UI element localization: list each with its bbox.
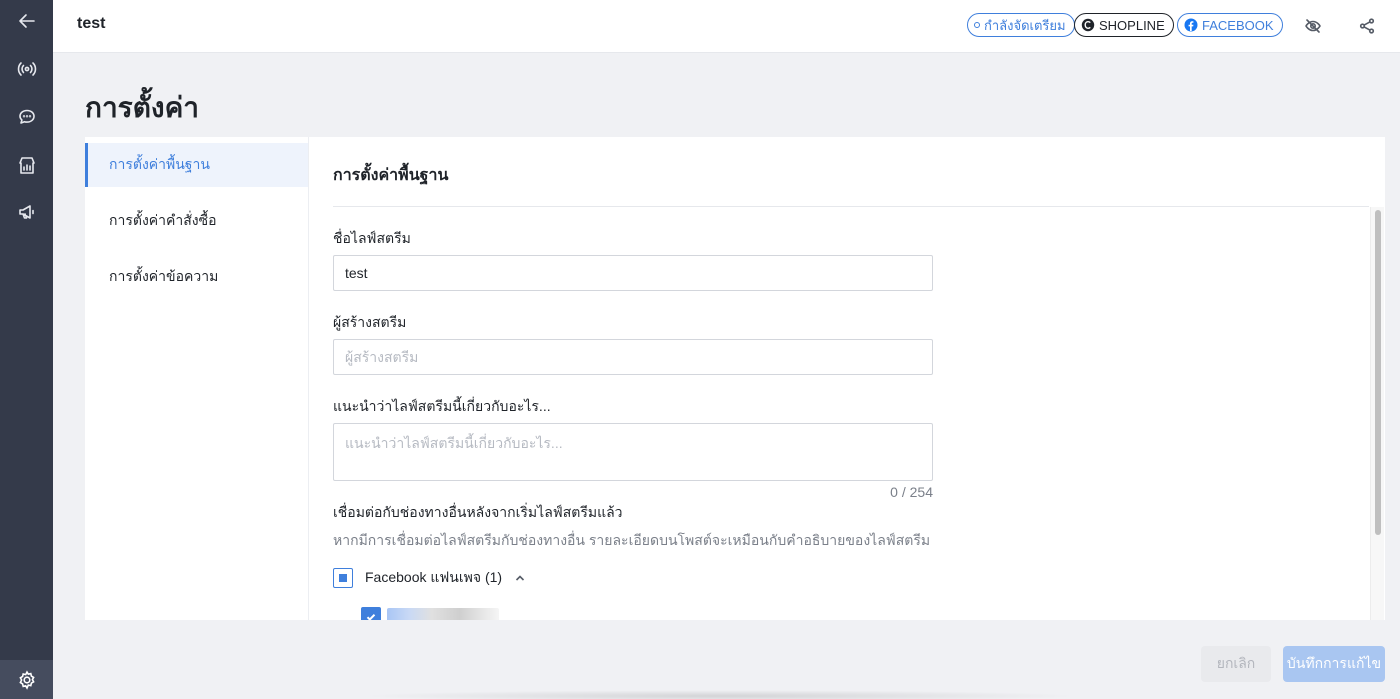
rail-live-button[interactable] <box>0 49 53 89</box>
stream-name-label: ชื่อไลฟ์สตรีม <box>333 230 411 246</box>
cancel-button[interactable]: ยกเลิก <box>1201 646 1271 682</box>
facebook-page-group: Facebook แฟนเพจ (1) <box>333 568 526 588</box>
rail-chat-button[interactable] <box>0 97 53 137</box>
broadcast-icon <box>17 62 36 76</box>
nav-item-label: การตั้งค่าข้อความ <box>109 268 219 284</box>
shopline-label: SHOPLINE <box>1099 17 1165 33</box>
status-badge: กำลังจัดเตรียม <box>967 13 1075 37</box>
save-changes-button[interactable]: บันทึกการแก้ไข <box>1283 646 1385 682</box>
megaphone-icon <box>18 205 34 219</box>
status-dot-icon <box>974 22 980 28</box>
section-divider <box>333 206 1369 207</box>
facebook-group-checkbox[interactable] <box>333 568 353 588</box>
chevron-up-icon <box>516 575 525 581</box>
settings-nav: การตั้งค่าพื้นฐาน การตั้งค่าคำสั่งซื้อ ก… <box>85 137 309 620</box>
facebook-page-checkbox[interactable] <box>361 607 381 620</box>
shopline-logo-icon <box>1081 18 1095 32</box>
rail-products-button[interactable] <box>0 145 53 185</box>
stream-title: test <box>77 15 106 32</box>
redacted-page-name <box>387 608 499 620</box>
nav-item-basic-settings[interactable]: การตั้งค่าพื้นฐาน <box>85 143 308 187</box>
facebook-badge: FACEBOOK <box>1177 13 1283 37</box>
creator-input[interactable] <box>333 339 933 375</box>
chat-bubble-icon <box>18 109 35 124</box>
description-char-count: 0 / 254 <box>890 484 933 500</box>
share-button[interactable] <box>1356 15 1378 37</box>
footer-shadow <box>360 690 1080 699</box>
nav-item-label: การตั้งค่าคำสั่งซื้อ <box>109 212 217 228</box>
check-icon <box>366 614 376 620</box>
creator-label: ผู้สร้างสตรีม <box>333 314 407 330</box>
eye-off-icon <box>1305 19 1321 33</box>
collapse-toggle[interactable] <box>514 572 526 584</box>
panel-scrollbar[interactable] <box>1370 207 1384 620</box>
left-rail <box>0 0 53 699</box>
shopline-badge: SHOPLINE <box>1074 13 1174 37</box>
facebook-page-item <box>361 607 499 620</box>
page-title: การตั้งค่า <box>85 92 200 123</box>
share-icon <box>1359 18 1375 34</box>
basic-settings-panel: การตั้งค่าพื้นฐาน ชื่อไลฟ์สตรีม ผู้สร้าง… <box>309 137 1385 620</box>
top-bar: test กำลังจัดเตรียม SHOPLINE FACEBOOK <box>53 0 1400 53</box>
rail-campaign-button[interactable] <box>0 192 53 232</box>
section-heading: การตั้งค่าพื้นฐาน <box>333 167 449 184</box>
description-label: แนะนำว่าไลฟ์สตรีมนี้เกี่ยวกับอะไร... <box>333 398 551 414</box>
scrollbar-thumb[interactable] <box>1375 210 1381 535</box>
connect-channels-help: หากมีการเชื่อมต่อไลฟ์สตรีมกับช่องทางอื่น… <box>333 532 931 548</box>
back-button[interactable] <box>0 1 53 41</box>
stream-name-input[interactable] <box>333 255 933 291</box>
indeterminate-mark-icon <box>339 574 347 582</box>
gear-icon <box>18 669 35 690</box>
nav-item-order-settings[interactable]: การตั้งค่าคำสั่งซื้อ <box>85 199 308 243</box>
rail-settings-button[interactable] <box>0 660 53 699</box>
status-label: กำลังจัดเตรียม <box>984 17 1066 33</box>
connect-channels-label: เชื่อมต่อกับช่องทางอื่นหลังจากเริ่มไลฟ์ส… <box>333 504 623 520</box>
visibility-toggle-button[interactable] <box>1302 15 1324 37</box>
nav-item-label: การตั้งค่าพื้นฐาน <box>109 156 210 172</box>
facebook-label: FACEBOOK <box>1202 17 1274 33</box>
nav-item-message-settings[interactable]: การตั้งค่าข้อความ <box>85 255 308 299</box>
description-textarea[interactable] <box>333 423 933 481</box>
facebook-icon <box>1184 18 1198 32</box>
arrow-left-icon <box>18 14 35 28</box>
store-chart-icon <box>18 157 35 174</box>
facebook-group-label: Facebook แฟนเพจ (1) <box>365 569 503 585</box>
